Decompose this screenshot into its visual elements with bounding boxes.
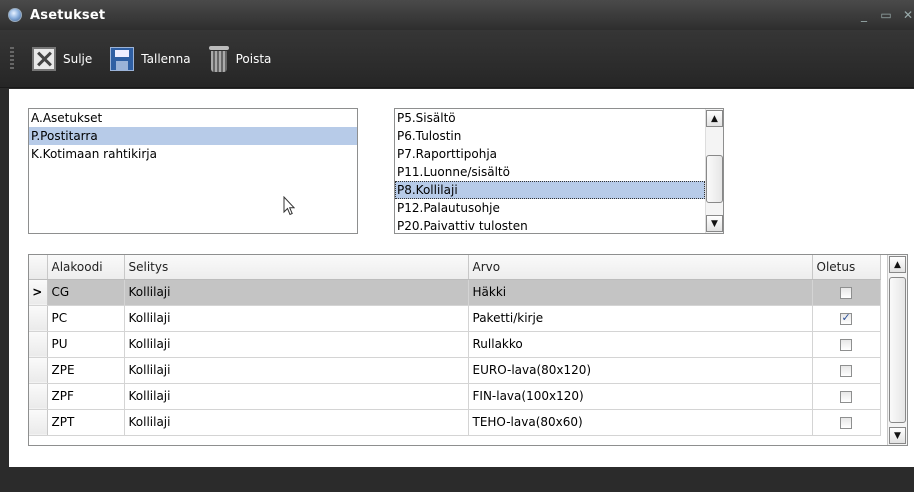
scroll-down-icon[interactable]: ▼ — [706, 215, 723, 232]
cell-code[interactable]: PU — [47, 331, 125, 358]
table-row[interactable]: ZPE Kollilaji EURO-lava(80x120) — [29, 357, 881, 384]
table-row[interactable]: > CG Kollilaji Häkki — [29, 279, 881, 306]
cell-code[interactable]: ZPE — [47, 357, 125, 384]
list-item[interactable]: A.Asetukset — [29, 109, 357, 127]
scroll-up-icon[interactable]: ▲ — [706, 110, 723, 127]
row-header[interactable] — [29, 383, 48, 410]
close-button-label: Sulje — [63, 51, 93, 66]
status-area — [0, 467, 914, 492]
list-item-selected[interactable]: P.Postitarra — [29, 127, 357, 145]
cell-value[interactable]: Rullakko — [468, 331, 813, 358]
column-header-value[interactable]: Arvo — [468, 255, 813, 280]
grid-scrollbar[interactable]: ▲ ▼ — [887, 255, 907, 445]
cell-value[interactable]: Häkki — [468, 279, 813, 306]
cell-value[interactable]: FIN-lava(100x120) — [468, 383, 813, 410]
table-row[interactable]: PC Kollilaji Paketti/kirje — [29, 305, 881, 332]
cell-description[interactable]: Kollilaji — [124, 331, 469, 358]
cell-code[interactable]: CG — [47, 279, 125, 306]
app-icon — [8, 8, 22, 22]
current-row-indicator[interactable]: > — [29, 279, 48, 306]
cell-value[interactable]: TEHO-lava(80x60) — [468, 409, 813, 436]
default-checkbox[interactable] — [839, 416, 852, 429]
mouse-cursor-icon — [283, 196, 295, 216]
row-header[interactable] — [29, 305, 48, 332]
minimize-button[interactable]: _ — [858, 8, 870, 22]
default-checkbox[interactable] — [839, 390, 852, 403]
scrollbar-thumb[interactable] — [889, 277, 906, 423]
list-item[interactable]: K.Kotimaan rahtikirja — [29, 145, 357, 163]
close-window-button[interactable]: ✕ — [902, 8, 914, 22]
table-row[interactable]: PU Kollilaji Rullakko — [29, 331, 881, 358]
list-item[interactable]: P6.Tulostin — [395, 127, 705, 145]
settings-item-list[interactable]: P5.Sisältö P6.Tulostin P7.Raporttipohja … — [394, 108, 724, 234]
scroll-up-icon[interactable]: ▲ — [889, 256, 906, 273]
cell-default[interactable] — [812, 409, 881, 436]
list-item[interactable]: P7.Raporttipohja — [395, 145, 705, 163]
column-header-default[interactable]: Oletus — [812, 255, 881, 280]
save-icon — [110, 46, 135, 71]
row-header[interactable] — [29, 331, 48, 358]
save-button-label: Tallenna — [141, 51, 191, 66]
scrollbar-thumb[interactable] — [706, 155, 723, 203]
cell-code[interactable]: ZPF — [47, 383, 125, 410]
row-header[interactable] — [29, 357, 48, 384]
column-header-code[interactable]: Alakoodi — [47, 255, 125, 280]
list-item[interactable]: P11.Luonne/sisältö — [395, 163, 705, 181]
list-item-selected[interactable]: P8.Kollilaji — [395, 181, 705, 199]
default-checkbox[interactable] — [839, 364, 852, 377]
table-row[interactable]: ZPT Kollilaji TEHO-lava(80x60) — [29, 409, 881, 436]
cell-description[interactable]: Kollilaji — [124, 383, 469, 410]
list-item[interactable]: P12.Palautusohje — [395, 199, 705, 217]
cell-default[interactable] — [812, 305, 881, 332]
data-grid[interactable]: Alakoodi Selitys Arvo Oletus > CG Kollil… — [28, 254, 908, 446]
title-bar: Asetukset _ ▭ ✕ — [0, 0, 914, 30]
cell-default[interactable] — [812, 331, 881, 358]
cell-code[interactable]: ZPT — [47, 409, 125, 436]
list-scrollbar[interactable]: ▲ ▼ — [705, 109, 723, 233]
row-header-corner — [29, 255, 48, 280]
delete-button-label: Poista — [235, 51, 272, 66]
cell-default[interactable] — [812, 357, 881, 384]
window-controls: _ ▭ ✕ — [858, 8, 914, 22]
list-item[interactable]: P20.Paivattiv tulosten — [395, 217, 705, 233]
maximize-button[interactable]: ▭ — [880, 8, 892, 22]
trash-icon — [208, 45, 229, 72]
default-checkbox-checked[interactable] — [839, 311, 852, 325]
cell-value[interactable]: Paketti/kirje — [468, 305, 813, 332]
list-item[interactable]: P5.Sisältö — [395, 109, 705, 127]
scroll-down-icon[interactable]: ▼ — [889, 427, 906, 444]
cell-description[interactable]: Kollilaji — [124, 357, 469, 384]
save-button[interactable]: Tallenna — [110, 46, 191, 71]
cell-description[interactable]: Kollilaji — [124, 305, 469, 332]
toolbar: Sulje Tallenna Poista — [0, 30, 914, 88]
close-button[interactable]: Sulje — [32, 46, 93, 71]
default-checkbox[interactable] — [839, 286, 852, 299]
toolbar-grip[interactable] — [10, 46, 14, 71]
cell-value[interactable]: EURO-lava(80x120) — [468, 357, 813, 384]
settings-group-list[interactable]: A.Asetukset P.Postitarra K.Kotimaan raht… — [28, 108, 358, 234]
cell-code[interactable]: PC — [47, 305, 125, 332]
column-header-description[interactable]: Selitys — [124, 255, 469, 280]
delete-button[interactable]: Poista — [208, 45, 272, 72]
window-title: Asetukset — [30, 7, 106, 23]
default-checkbox[interactable] — [839, 338, 852, 351]
row-header[interactable] — [29, 409, 48, 436]
close-icon — [32, 46, 56, 71]
cell-description[interactable]: Kollilaji — [124, 409, 469, 436]
cell-description[interactable]: Kollilaji — [124, 279, 469, 306]
cell-default[interactable] — [812, 279, 881, 306]
table-row[interactable]: ZPF Kollilaji FIN-lava(100x120) — [29, 383, 881, 410]
cell-default[interactable] — [812, 383, 881, 410]
